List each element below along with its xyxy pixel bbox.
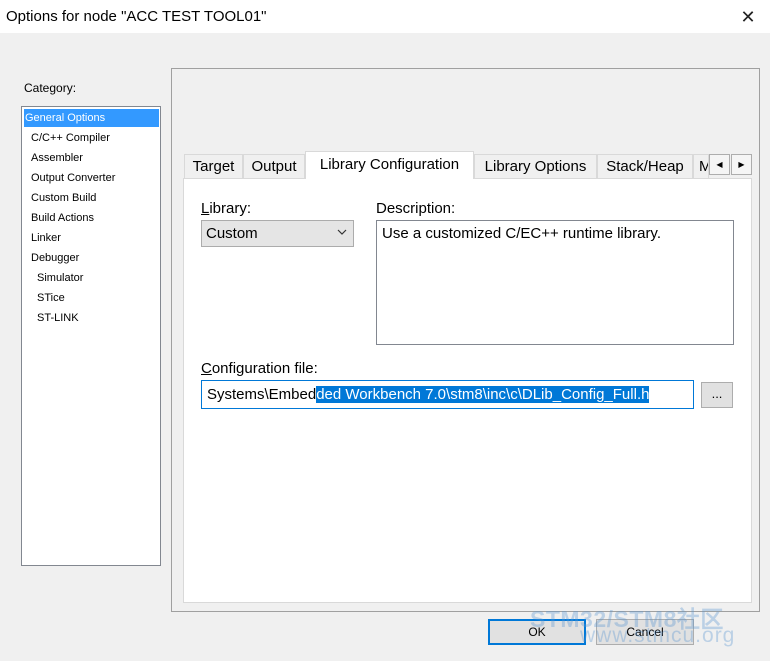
tab-stack-heap[interactable]: Stack/Heap [597,154,693,178]
category-item-assembler[interactable]: Assembler [24,149,159,167]
category-item-label: Custom Build [31,192,97,204]
category-item-custom-build[interactable]: Custom Build [24,189,159,207]
tab-label: Output [251,158,297,175]
tab-truncated[interactable]: M [693,154,709,178]
browse-button[interactable]: ... [701,382,733,408]
category-item-st-link[interactable]: ST-LINK [24,309,159,327]
title-bar: Options for node "ACC TEST TOOL01" ✕ [0,0,770,33]
category-item-label: STice [37,292,65,304]
tab-library-configuration[interactable]: Library Configuration [305,151,474,179]
category-item-label: Output Converter [31,172,116,184]
category-item-linker[interactable]: Linker [24,229,159,247]
library-label: Library: [201,200,251,217]
category-item-simulator[interactable]: Simulator [24,269,159,287]
category-item-general-options[interactable]: General Options [24,109,159,127]
chevron-down-icon [337,229,347,235]
category-item-label: General Options [25,112,106,124]
library-label-rest: ibrary: [209,200,252,217]
tab-label: M [699,158,708,175]
tab-library-options[interactable]: Library Options [474,154,597,178]
library-select-value: Custom [206,225,258,242]
category-item-stice[interactable]: STice [24,289,159,307]
description-label: Description: [376,200,456,217]
category-item-label: Assembler [31,152,83,164]
description-box: Use a customized C/EC++ runtime library. [376,220,734,345]
tab-scroll-left-icon[interactable]: ◀ [709,154,730,175]
tab-label: Library Configuration [319,156,460,173]
library-select[interactable]: Custom [201,220,354,247]
tab-scroll-right-icon[interactable]: ▶ [731,154,752,175]
category-item-output-converter[interactable]: Output Converter [24,169,159,187]
description-text: Use a customized C/EC++ runtime library. [382,225,661,242]
category-item-label: Debugger [31,252,80,264]
category-item-label: C/C++ Compiler [31,132,110,144]
config-file-label-rest: onfiguration file: [211,360,318,377]
category-label: Category: [24,81,77,95]
tab-output[interactable]: Output [243,154,305,178]
close-icon[interactable]: ✕ [735,4,761,30]
category-list[interactable]: General Options C/C++ Compiler Assembler… [21,106,161,566]
config-file-label: Configuration file: [201,360,318,377]
config-file-input[interactable]: Systems\Embedded Workbench 7.0\stm8\inc\… [201,380,694,409]
category-item-cpp-compiler[interactable]: C/C++ Compiler [24,129,159,147]
config-file-label-mnemonic: C [201,360,212,377]
tab-label: Target [192,158,235,175]
category-item-label: Simulator [37,272,84,284]
category-item-build-actions[interactable]: Build Actions [24,209,159,227]
category-item-label: ST-LINK [37,312,79,324]
category-item-label: Build Actions [31,212,94,224]
config-file-selected-text: ded Workbench 7.0\stm8\inc\c\DLib_Config… [316,386,650,403]
watermark-url: www.stmcu.org [580,624,736,647]
tab-label: Stack/Heap [606,158,684,175]
window-title: Options for node "ACC TEST TOOL01" [6,8,267,25]
category-item-label: Linker [31,232,61,244]
category-item-debugger[interactable]: Debugger [24,249,159,267]
tab-label: Library Options [484,158,587,175]
tab-target[interactable]: Target [184,154,243,178]
config-file-value: Systems\Embed [207,386,317,403]
